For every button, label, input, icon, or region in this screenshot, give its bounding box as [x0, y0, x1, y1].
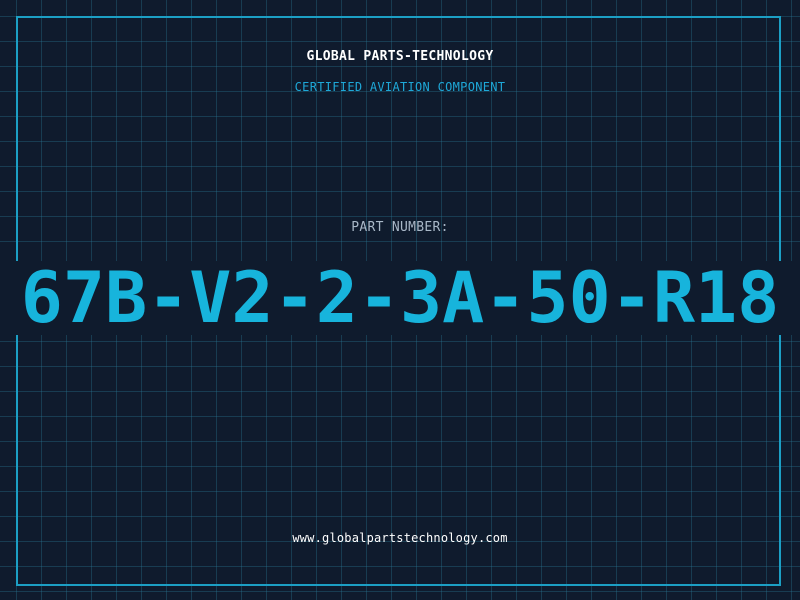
part-number-band: 67B-V2-2-3A-50-R18 — [0, 261, 800, 335]
certification-subtitle: CERTIFIED AVIATION COMPONENT — [294, 80, 506, 94]
part-number-value: 67B-V2-2-3A-50-R18 — [20, 261, 780, 335]
company-name: GLOBAL PARTS-TECHNOLOGY — [306, 49, 494, 64]
part-number-label: PART NUMBER: — [351, 220, 449, 235]
website-link[interactable]: www.globalpartstechnology.com — [0, 531, 800, 545]
part-label-card: GLOBAL PARTS-TECHNOLOGY CERTIFIED AVIATI… — [0, 0, 800, 600]
